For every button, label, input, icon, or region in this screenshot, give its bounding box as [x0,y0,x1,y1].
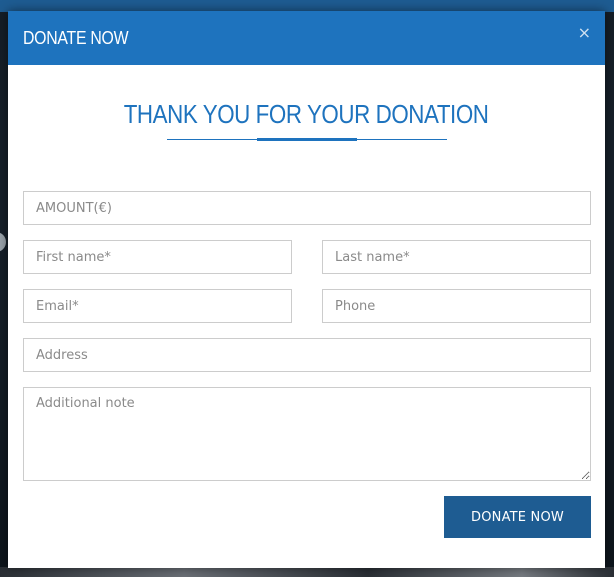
address-input[interactable] [23,338,591,372]
heading-wrap: THANK YOU FOR YOUR DONATION [8,99,605,130]
donate-modal: DONATE NOW × THANK YOU FOR YOUR DONATION… [8,11,605,568]
last-name-input[interactable] [322,240,591,274]
donate-now-button[interactable]: DONATE NOW [444,496,591,538]
email-input[interactable] [23,289,292,323]
modal-header: DONATE NOW × [8,11,605,65]
backdrop-bottom-strip [0,567,614,577]
phone-input[interactable] [322,289,591,323]
thank-you-heading: THANK YOU FOR YOUR DONATION [124,99,489,129]
close-icon[interactable]: × [578,25,591,41]
modal-title: DONATE NOW [23,28,129,48]
additional-note-textarea[interactable] [23,387,591,481]
first-name-input[interactable] [23,240,292,274]
amount-input[interactable] [23,191,591,225]
heading-underline-accent [257,138,357,141]
backdrop-slider-arrow [0,232,6,252]
